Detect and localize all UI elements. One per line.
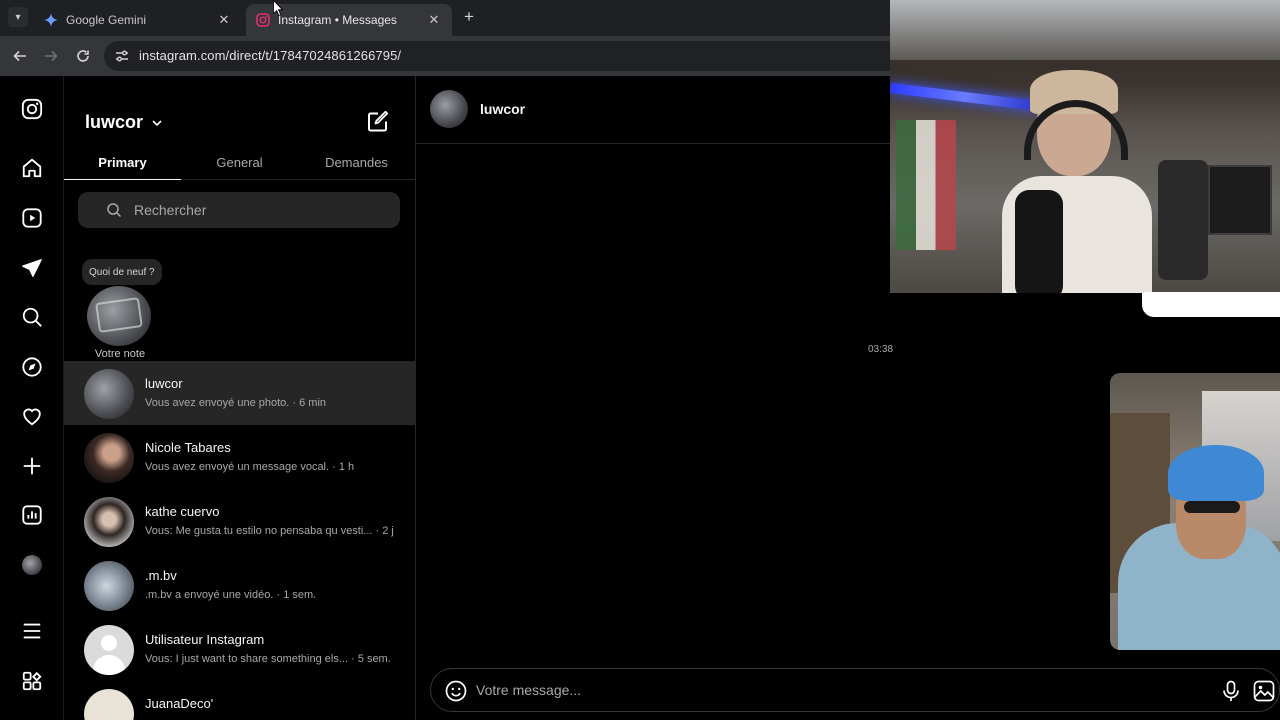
tab-google-gemini[interactable]: Google Gemini ✕ (34, 4, 242, 36)
messages-icon[interactable] (20, 256, 44, 280)
avatar (84, 433, 134, 483)
note-bubble[interactable]: Quoi de neuf ? (82, 259, 162, 285)
chevron-down-icon (152, 119, 162, 126)
avatar (84, 689, 134, 720)
conversation-title[interactable]: luwcor (480, 101, 525, 117)
thread-name: luwcor (145, 376, 183, 391)
search-placeholder: Rechercher (134, 202, 207, 218)
new-tab-button[interactable]: + (460, 8, 478, 27)
compose-icon (368, 110, 389, 132)
close-tab-icon[interactable]: ✕ (426, 12, 442, 28)
create-icon[interactable] (20, 454, 44, 478)
profile-avatar[interactable] (20, 553, 44, 577)
avatar (84, 497, 134, 547)
home-icon[interactable] (20, 156, 44, 180)
account-switcher[interactable]: luwcor (85, 112, 163, 133)
instagram-icon (256, 13, 270, 27)
thread-name: JuanaDeco' (145, 696, 214, 711)
thread-preview: Vous: Me gusta tu estilo no pensaba qu v… (145, 525, 394, 537)
search-icon[interactable] (20, 305, 44, 329)
heart-icon[interactable] (20, 404, 44, 428)
thread-item-juanadeco[interactable]: JuanaDeco' (64, 681, 416, 720)
tab-title: Google Gemini (66, 13, 147, 27)
note-label: Votre note (94, 348, 146, 360)
mouse-cursor-icon (273, 0, 283, 16)
thread-name: Nicole Tabares (145, 440, 231, 455)
webcam-overlay-edge (1142, 292, 1280, 317)
thread-name: kathe cuervo (145, 504, 220, 519)
instagram-logo-icon[interactable] (20, 97, 44, 121)
avatar[interactable] (430, 90, 468, 128)
url-text: instagram.com/direct/t/17847024861266795… (139, 48, 402, 63)
inbox-tabs: Primary General Demandes (64, 148, 416, 180)
reload-icon[interactable] (73, 46, 93, 66)
close-tab-icon[interactable]: ✕ (216, 12, 232, 28)
tab-primary[interactable]: Primary (64, 155, 181, 170)
tab-search-icon[interactable]: ▾ (8, 7, 28, 27)
note-avatar[interactable] (87, 286, 151, 346)
message-timestamp: 03:38 (868, 344, 894, 355)
explore-icon[interactable] (20, 355, 44, 379)
emoji-icon[interactable] (445, 680, 467, 702)
thread-item-kathe-cuervo[interactable]: kathe cuervo Vous: Me gusta tu estilo no… (64, 489, 416, 553)
thread-item-nicole-tabares[interactable]: Nicole Tabares Vous avez envoyé un messa… (64, 425, 416, 489)
forward-icon[interactable] (41, 46, 61, 66)
search-icon (107, 203, 122, 218)
thread-name: Utilisateur Instagram (145, 632, 265, 647)
image-icon[interactable] (1253, 680, 1275, 702)
inbox-panel: luwcor Primary General Demandes Recherch… (64, 76, 416, 720)
account-name: luwcor (85, 112, 144, 132)
video-call-preview[interactable] (1110, 373, 1280, 650)
site-settings-icon[interactable] (114, 48, 130, 64)
active-tab-indicator (64, 179, 181, 180)
left-navigation (0, 76, 64, 720)
reels-icon[interactable] (20, 206, 44, 230)
thread-preview: Vous avez envoyé une photo. · 6 min (145, 397, 327, 409)
microphone-icon[interactable] (1221, 680, 1241, 702)
thread-preview: Vous avez envoyé un message vocal. · 1 h (145, 461, 355, 473)
thread-name: .m.bv (145, 568, 177, 583)
apps-icon[interactable] (20, 669, 44, 693)
default-avatar (84, 625, 134, 675)
search-input[interactable]: Rechercher (78, 192, 400, 228)
menu-icon[interactable] (20, 619, 44, 643)
webcam-overlay-streamer (890, 0, 1280, 293)
thread-preview: Vous: I just want to share something els… (145, 653, 391, 665)
thread-item-luwcor[interactable]: luwcor Vous avez envoyé une photo. · 6 m… (64, 361, 416, 425)
avatar (84, 561, 134, 611)
new-message-button[interactable] (366, 109, 390, 133)
avatar (84, 369, 134, 419)
thread-item-instagram-user[interactable]: Utilisateur Instagram Vous: I just want … (64, 617, 416, 681)
dashboard-icon[interactable] (20, 503, 44, 527)
thread-preview: .m.bv a envoyé une vidéo. · 1 sem. (145, 589, 317, 601)
gemini-star-icon (44, 13, 58, 27)
message-input[interactable]: Votre message... (430, 668, 1280, 712)
tab-general[interactable]: General (181, 155, 298, 170)
thread-item-m-bv[interactable]: .m.bv .m.bv a envoyé une vidéo. · 1 sem. (64, 553, 416, 617)
tab-title: Instagram • Messages (278, 13, 397, 27)
message-placeholder: Votre message... (476, 682, 582, 698)
back-icon[interactable] (10, 46, 30, 66)
tab-requests[interactable]: Demandes (298, 155, 415, 170)
